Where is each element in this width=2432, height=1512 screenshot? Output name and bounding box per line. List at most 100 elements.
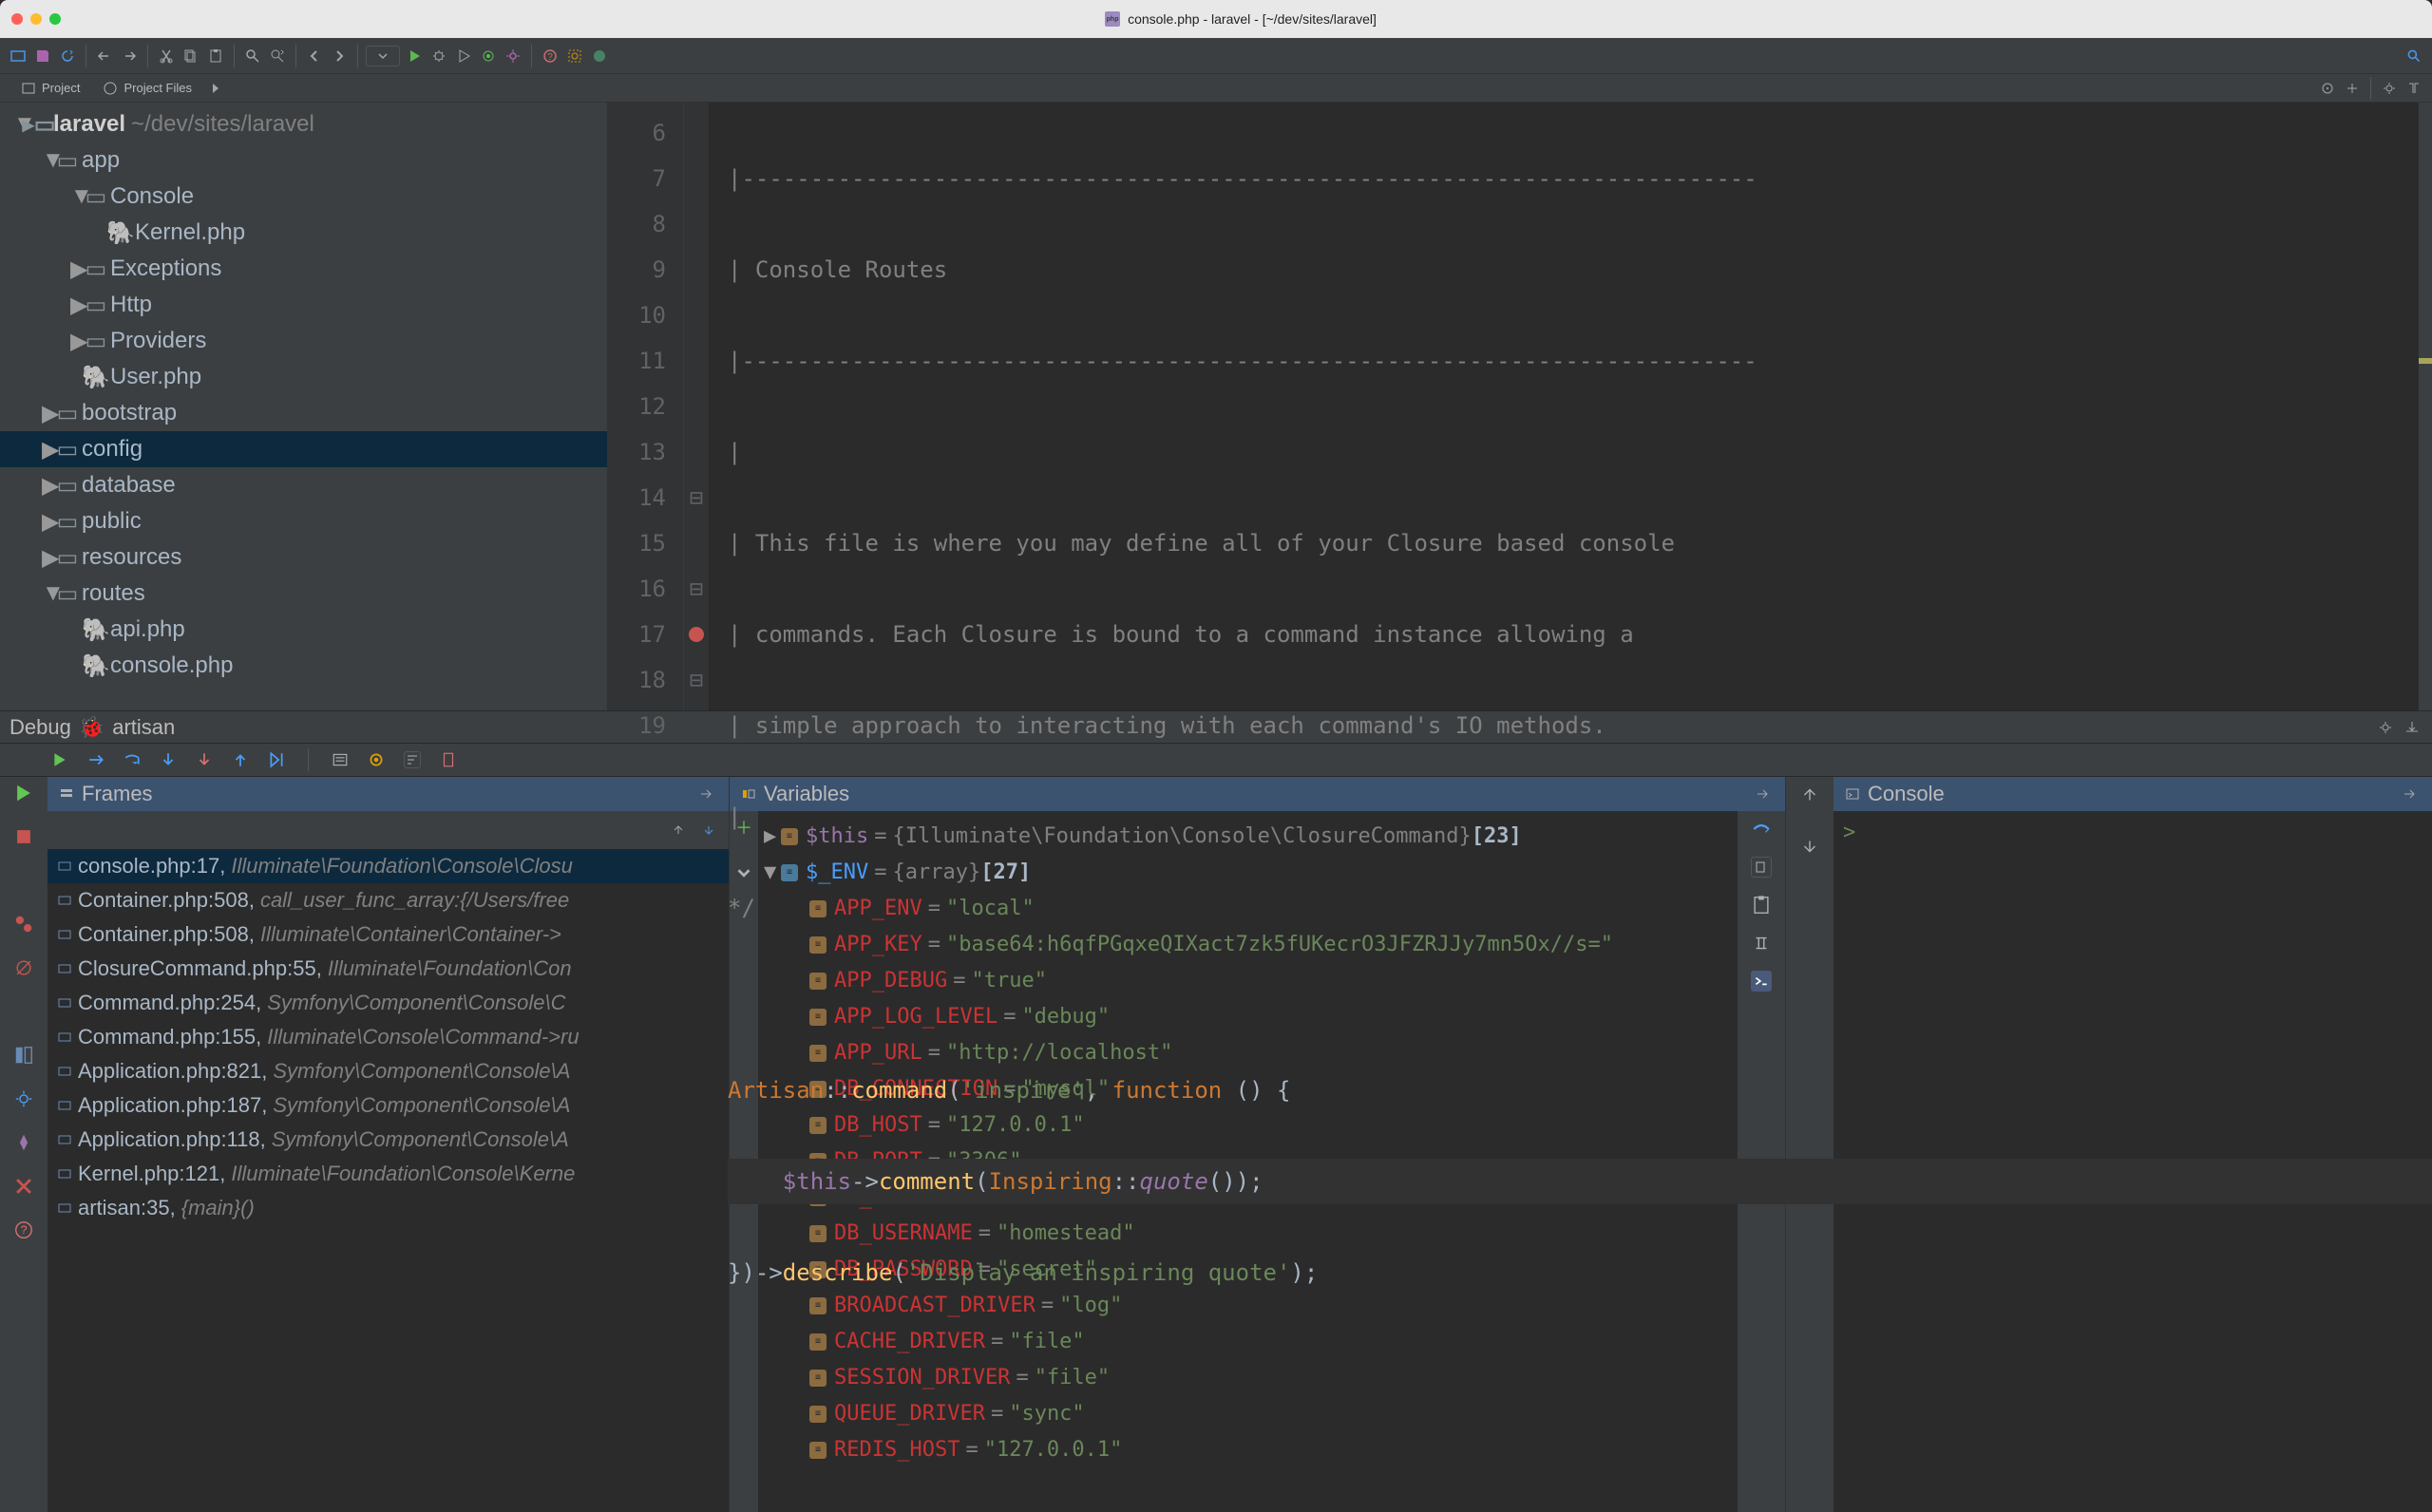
frame-row[interactable]: Command.php:155, Illuminate\Console\Comm… <box>48 1020 729 1054</box>
paste-icon[interactable] <box>205 46 226 66</box>
frame-row[interactable]: Kernel.php:121, Illuminate\Foundation\Co… <box>48 1157 729 1191</box>
copy-stack-icon[interactable] <box>440 751 457 768</box>
tree-kernel[interactable]: 🐘Kernel.php <box>0 215 607 251</box>
restore-icon[interactable] <box>2400 784 2421 804</box>
settings-debug-icon[interactable] <box>13 1088 34 1109</box>
frame-row[interactable]: artisan:35, {main}() <box>48 1191 729 1225</box>
layout-icon[interactable] <box>13 1045 34 1066</box>
run-config-dropdown[interactable] <box>366 46 400 66</box>
target-icon[interactable] <box>2317 78 2338 99</box>
step-over-icon[interactable] <box>124 751 141 768</box>
frame-row[interactable]: Container.php:508, call_user_func_array:… <box>48 883 729 917</box>
open-icon[interactable] <box>8 46 28 66</box>
gear-icon[interactable] <box>2379 78 2400 99</box>
help-icon[interactable]: ? <box>540 46 560 66</box>
fold-end-icon[interactable]: ⊟ <box>684 657 709 703</box>
chevron-right-icon[interactable] <box>205 78 226 99</box>
forward-icon[interactable] <box>329 46 350 66</box>
frame-row[interactable]: Application.php:821, Symfony\Component\C… <box>48 1054 729 1088</box>
close-window-icon[interactable] <box>11 13 23 25</box>
frame-row[interactable]: ClosureCommand.php:55, Illuminate\Founda… <box>48 952 729 986</box>
tree-root[interactable]: ▼ ▸▭ laravel ~/dev/sites/laravel <box>0 106 607 142</box>
tree-public[interactable]: ▶▭public <box>0 503 607 539</box>
help-debug-icon[interactable]: ? <box>13 1219 34 1240</box>
gutter-marks: ⊟ ⊟ ⊟ <box>684 103 709 710</box>
save-icon[interactable] <box>32 46 53 66</box>
stop-icon[interactable] <box>13 826 34 847</box>
search-everywhere-icon[interactable] <box>2404 46 2424 66</box>
php-file-icon: 🐘 <box>112 224 129 241</box>
refresh-icon[interactable] <box>57 46 78 66</box>
folder-icon: ▭ <box>87 332 104 350</box>
tree-user[interactable]: 🐘User.php <box>0 359 607 395</box>
tree-resources[interactable]: ▶▭resources <box>0 539 607 576</box>
tree-console[interactable]: ▼▭Console <box>0 179 607 215</box>
debug-icon[interactable] <box>428 46 449 66</box>
breakpoints-icon[interactable] <box>13 914 34 935</box>
run-coverage-icon[interactable] <box>453 46 474 66</box>
hide-icon[interactable] <box>2404 78 2424 99</box>
tree-app[interactable]: ▼▭app <box>0 142 607 179</box>
cut-icon[interactable] <box>156 46 177 66</box>
undo-icon[interactable] <box>94 46 115 66</box>
status-icon[interactable] <box>589 46 610 66</box>
breakpoint-error-icon[interactable] <box>684 612 709 657</box>
frame-row[interactable]: Application.php:187, Symfony\Component\C… <box>48 1088 729 1123</box>
code-area[interactable]: |---------------------------------------… <box>709 103 2432 710</box>
tree-bootstrap[interactable]: ▶▭bootstrap <box>0 395 607 431</box>
watch-icon[interactable] <box>368 751 385 768</box>
gear-badge-icon[interactable] <box>564 46 585 66</box>
pin-icon[interactable] <box>13 1132 34 1153</box>
restore-icon[interactable] <box>1753 784 1774 804</box>
back-icon[interactable] <box>304 46 325 66</box>
replace-icon[interactable] <box>267 46 288 66</box>
evaluate-icon[interactable] <box>332 751 349 768</box>
restore-icon[interactable] <box>696 784 717 804</box>
tree-api-php[interactable]: 🐘api.php <box>0 612 607 648</box>
frame-row[interactable]: Command.php:254, Symfony\Component\Conso… <box>48 986 729 1020</box>
tree-root-label: laravel <box>53 111 125 138</box>
dock-icon[interactable] <box>2402 717 2422 738</box>
step-out-icon[interactable] <box>232 751 249 768</box>
copy-icon[interactable] <box>180 46 201 66</box>
listen-debug-icon[interactable] <box>478 46 499 66</box>
collapse-icon[interactable] <box>2342 78 2363 99</box>
tree-console-php[interactable]: 🐘console.php <box>0 648 607 684</box>
project-tree[interactable]: ▼ ▸▭ laravel ~/dev/sites/laravel ▼▭app ▼… <box>0 103 608 710</box>
warning-marker[interactable] <box>2419 358 2432 364</box>
frame-row[interactable]: Container.php:508, Illuminate\Container\… <box>48 917 729 952</box>
run-to-cursor-icon[interactable] <box>268 751 285 768</box>
rerun-icon[interactable] <box>13 783 34 803</box>
sort-icon[interactable] <box>404 751 421 768</box>
debug-settings-icon[interactable] <box>2375 717 2396 738</box>
tree-config[interactable]: ▶▭config <box>0 431 607 467</box>
fold-start-icon[interactable]: ⊟ <box>684 475 709 520</box>
editor-error-strip[interactable] <box>2419 103 2432 710</box>
resume-icon[interactable] <box>51 751 68 768</box>
tree-http[interactable]: ▶▭Http <box>0 287 607 323</box>
tree-exceptions[interactable]: ▶▭Exceptions <box>0 251 607 287</box>
fold-start-icon[interactable]: ⊟ <box>684 566 709 612</box>
force-step-into-icon[interactable] <box>196 751 213 768</box>
settings-icon[interactable] <box>503 46 523 66</box>
tree-database[interactable]: ▶▭database <box>0 467 607 503</box>
tree-providers[interactable]: ▶▭Providers <box>0 323 607 359</box>
frame-row[interactable]: console.php:17, Illuminate\Foundation\Co… <box>48 849 729 883</box>
find-icon[interactable] <box>242 46 263 66</box>
run-icon[interactable] <box>404 46 425 66</box>
editor[interactable]: 6 7 8 9 10 11 12 13 14 15 16 17 18 19 ⊟ … <box>608 103 2432 710</box>
redo-icon[interactable] <box>119 46 140 66</box>
show-exec-icon[interactable] <box>87 751 104 768</box>
mute-bp-icon[interactable] <box>13 957 34 978</box>
frames-list[interactable]: console.php:17, Illuminate\Foundation\Co… <box>48 849 729 1512</box>
maximize-window-icon[interactable] <box>49 13 61 25</box>
frame-down-icon[interactable] <box>698 820 719 841</box>
tab-project-files[interactable]: Project Files <box>93 77 201 100</box>
minimize-window-icon[interactable] <box>30 13 42 25</box>
tree-routes[interactable]: ▼▭routes <box>0 576 607 612</box>
tab-project[interactable]: Project <box>11 77 89 100</box>
frame-up-icon[interactable] <box>668 820 689 841</box>
frame-row[interactable]: Application.php:118, Symfony\Component\C… <box>48 1123 729 1157</box>
close-icon[interactable] <box>13 1176 34 1197</box>
step-into-icon[interactable] <box>160 751 177 768</box>
